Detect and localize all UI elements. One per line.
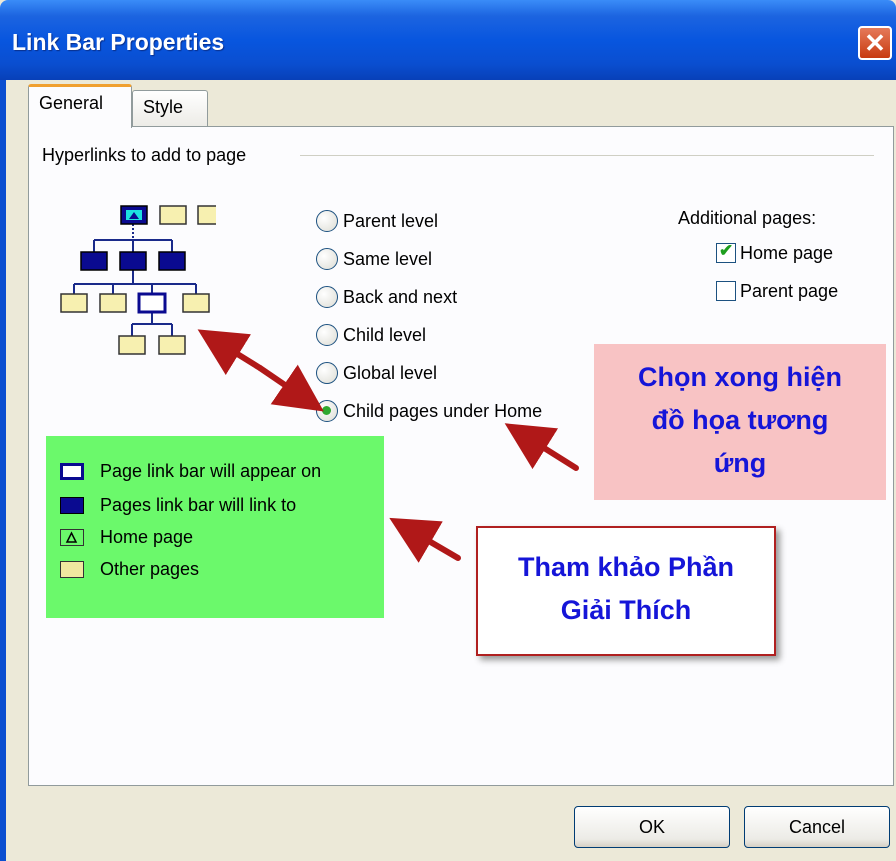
page-outline-icon — [60, 462, 84, 480]
annotation-line: đồ họa tương — [651, 405, 829, 435]
annotation-line: Chọn xong hiện — [638, 362, 842, 392]
page-filled-icon — [60, 496, 84, 514]
radio-label: Parent level — [343, 210, 439, 231]
radio-back-and-next[interactable]: Back and next — [316, 283, 457, 311]
legend-item: Other pages — [60, 556, 199, 582]
tab-style-label: Style — [143, 97, 184, 117]
close-button[interactable]: ✕ — [858, 26, 892, 60]
radio-label: Same level — [343, 248, 433, 269]
tab-general[interactable]: General — [28, 84, 132, 128]
radio-label: Child level — [343, 324, 427, 345]
other-page-icon — [60, 560, 84, 578]
annotation-line: Tham khảo Phần — [517, 552, 735, 582]
legend-item: Pages link bar will link to — [60, 492, 296, 518]
additional-pages-label: Additional pages: — [678, 208, 817, 228]
annotation-line: Giải Thích — [560, 595, 692, 625]
ok-button[interactable]: OK — [574, 806, 730, 848]
radio-label: Global level — [343, 362, 438, 383]
checkbox-label: Home page — [740, 242, 834, 263]
radio-button[interactable] — [316, 248, 338, 270]
radio-button[interactable] — [316, 362, 338, 384]
checkmark-icon: ✔ — [719, 241, 734, 260]
checkbox[interactable] — [716, 281, 736, 301]
radio-label: Child pages under Home — [343, 400, 543, 421]
radio-label: Back and next — [343, 286, 458, 307]
radio-button[interactable] — [316, 324, 338, 346]
window-title: Link Bar Properties — [12, 29, 225, 55]
title-bar[interactable]: Link Bar Properties ✕ — [0, 0, 896, 80]
cancel-button[interactable]: Cancel — [744, 806, 890, 848]
radio-button[interactable] — [316, 286, 338, 308]
legend-box: Page link bar will appear on Pages link … — [46, 436, 384, 618]
checkbox-label: Parent page — [740, 280, 839, 301]
group-label-hyperlinks: Hyperlinks to add to page — [42, 145, 253, 166]
radio-child-level[interactable]: Child level — [316, 321, 426, 349]
checkbox-parent-page[interactable]: Parent page — [716, 278, 838, 304]
home-page-icon — [120, 205, 148, 225]
home-page-icon — [60, 528, 84, 546]
radio-button-selected[interactable] — [316, 400, 338, 422]
legend-item: Home page — [60, 524, 193, 550]
checkbox-home-page[interactable]: ✔ Home page — [716, 240, 833, 266]
tab-style[interactable]: Style — [132, 90, 208, 127]
legend-item: Page link bar will appear on — [60, 458, 321, 484]
close-icon: ✕ — [864, 28, 886, 58]
legend-label: Home page — [100, 526, 194, 547]
legend-label: Pages link bar will link to — [100, 494, 297, 515]
radio-child-pages-under-home[interactable]: Child pages under Home — [316, 397, 542, 425]
window-left-border — [0, 80, 6, 861]
site-structure-diagram — [60, 205, 216, 355]
legend-label: Other pages — [100, 558, 200, 579]
radio-parent-level[interactable]: Parent level — [316, 207, 438, 235]
annotation-pink-text: Chọn xong hiện đồ họa tương ứng — [594, 356, 886, 485]
annotation-reference-text: Tham khảo Phần Giải Thích — [478, 546, 774, 632]
legend-label: Page link bar will appear on — [100, 460, 322, 481]
annotation-line: ứng — [713, 448, 767, 478]
annotation-reference-box: Tham khảo Phần Giải Thích — [476, 526, 776, 656]
radio-global-level[interactable]: Global level — [316, 359, 437, 387]
tab-general-label: General — [39, 93, 104, 113]
link-bar-properties-dialog: Link Bar Properties ✕ General Style Hype… — [0, 0, 896, 861]
radio-same-level[interactable]: Same level — [316, 245, 432, 273]
group-divider — [300, 155, 874, 156]
checkbox[interactable]: ✔ — [716, 241, 736, 263]
radio-button[interactable] — [316, 210, 338, 232]
annotation-pink-box: Chọn xong hiện đồ họa tương ứng — [594, 344, 886, 500]
